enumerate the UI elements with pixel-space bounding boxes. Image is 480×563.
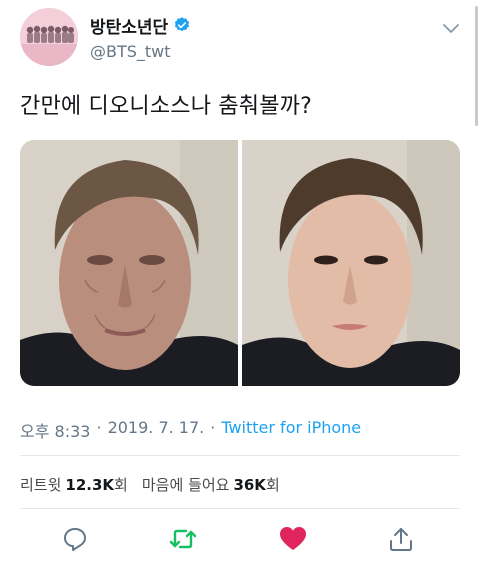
- scrollbar[interactable]: [475, 6, 478, 126]
- tweet-header: 방탄소년단 @BTS_twt: [20, 8, 466, 68]
- avatar[interactable]: [20, 8, 78, 66]
- like-button[interactable]: [278, 524, 308, 554]
- chevron-down-icon[interactable]: [442, 22, 460, 36]
- like-suffix: 회: [265, 476, 280, 494]
- tweet-media[interactable]: [20, 140, 460, 386]
- reply-button[interactable]: [60, 524, 90, 554]
- photo-left-aged-face[interactable]: [20, 140, 238, 386]
- tweet-text: 간만에 디오니소스나 춤춰볼까?: [20, 94, 312, 119]
- heart-icon: [280, 527, 306, 550]
- share-button[interactable]: [386, 524, 416, 554]
- user-names[interactable]: 방탄소년단 @BTS_twt: [90, 14, 191, 61]
- photo-right-image: [242, 140, 460, 386]
- meta-separator: ·: [96, 418, 102, 437]
- avatar-image: [20, 8, 78, 66]
- reply-icon: [64, 528, 86, 551]
- like-count[interactable]: 36K: [233, 476, 266, 494]
- retweet-label[interactable]: 리트윗: [20, 474, 61, 495]
- like-label[interactable]: 마음에 들어요: [142, 474, 230, 495]
- tweet-actions: [0, 524, 480, 556]
- meta-separator: ·: [210, 418, 216, 437]
- divider: [20, 455, 460, 456]
- verified-badge-icon: [175, 17, 190, 32]
- tweet-source-link[interactable]: Twitter for iPhone: [221, 418, 361, 442]
- display-name[interactable]: 방탄소년단: [90, 13, 168, 38]
- photo-left-image: [20, 140, 238, 386]
- user-handle[interactable]: @BTS_twt: [90, 42, 191, 61]
- retweet-button[interactable]: [168, 524, 198, 554]
- retweet-icon: [169, 529, 197, 549]
- share-icon: [390, 528, 412, 551]
- tweet-time: 오후 8:33: [20, 422, 91, 441]
- photo-right-young-face[interactable]: [242, 140, 460, 386]
- retweet-count[interactable]: 12.3K: [65, 476, 114, 494]
- tweet-meta: 오후 8:33 · 2019. 7. 17. · Twitter for iPh…: [20, 418, 361, 442]
- tweet-date: 2019. 7. 17.: [107, 418, 205, 437]
- tweet-stats: 리트윗 12.3K 회 마음에 들어요 36K 회: [20, 474, 280, 495]
- retweet-suffix: 회: [114, 476, 128, 494]
- divider: [20, 508, 460, 509]
